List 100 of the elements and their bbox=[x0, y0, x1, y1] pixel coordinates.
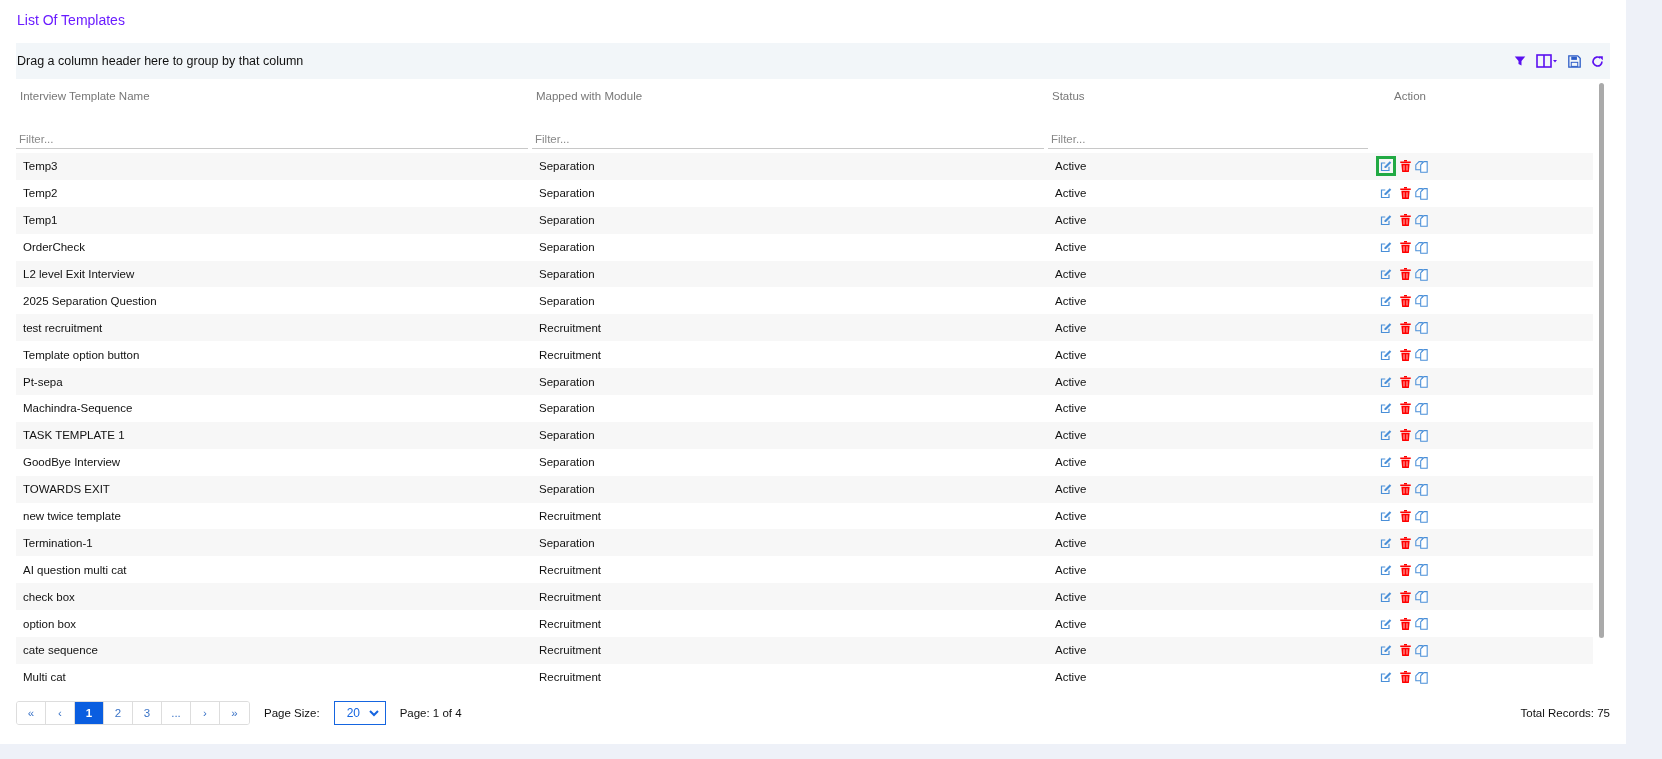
copy-icon[interactable] bbox=[1415, 294, 1428, 308]
copy-icon[interactable] bbox=[1415, 401, 1428, 415]
pencil-square-icon bbox=[1380, 402, 1392, 415]
copy-icon[interactable] bbox=[1415, 590, 1428, 604]
delete-icon[interactable] bbox=[1400, 268, 1411, 280]
pencil-square-icon bbox=[1380, 268, 1392, 280]
page-button[interactable]: « bbox=[17, 701, 46, 724]
delete-icon[interactable] bbox=[1400, 214, 1411, 227]
column-header[interactable]: Status bbox=[1048, 90, 1368, 102]
copy-icon[interactable] bbox=[1415, 267, 1428, 281]
page-size-label: Page Size: bbox=[264, 706, 320, 719]
table-cell-text: check box bbox=[22, 590, 76, 603]
table-cell-text: Recruitment bbox=[538, 563, 602, 576]
page-title: List Of Templates bbox=[16, 11, 126, 30]
table-cell-text: OrderCheck bbox=[22, 241, 86, 254]
pencil-square-icon bbox=[1380, 294, 1392, 307]
copy-icon[interactable] bbox=[1415, 563, 1428, 577]
copy-icon[interactable] bbox=[1415, 643, 1428, 657]
pencil-square-icon bbox=[1380, 617, 1392, 630]
total-records: Total Records: 75 bbox=[1520, 706, 1610, 719]
table-cell-text: Separation bbox=[538, 241, 596, 254]
table-cell-text: test recruitment bbox=[22, 321, 104, 334]
delete-icon[interactable] bbox=[1400, 510, 1411, 522]
delete-icon[interactable] bbox=[1400, 563, 1411, 576]
edit-button[interactable] bbox=[1376, 156, 1396, 177]
copy-icon[interactable] bbox=[1415, 321, 1428, 335]
delete-icon[interactable] bbox=[1400, 590, 1411, 603]
page-button[interactable]: 1 bbox=[75, 701, 104, 724]
delete-icon[interactable] bbox=[1400, 671, 1411, 684]
pencil-square-icon bbox=[1380, 456, 1392, 469]
refresh-icon[interactable] bbox=[1591, 54, 1604, 68]
table-cell-text: option box bbox=[22, 617, 78, 630]
table-cell-text: Active bbox=[1054, 671, 1088, 684]
column-header[interactable]: Mapped with Module bbox=[532, 90, 1044, 102]
table-cell-text: Termination-1 bbox=[22, 536, 94, 549]
copy-icon[interactable] bbox=[1415, 348, 1428, 362]
copy-icon[interactable] bbox=[1415, 455, 1428, 469]
delete-icon[interactable] bbox=[1400, 241, 1411, 254]
table-cell-text: Separation bbox=[538, 160, 596, 173]
delete-icon[interactable] bbox=[1400, 348, 1411, 361]
copy-icon[interactable] bbox=[1415, 240, 1428, 254]
copy-icon[interactable] bbox=[1415, 428, 1428, 442]
copy-icon[interactable] bbox=[1415, 213, 1428, 227]
page-info: Page: 1 of 4 bbox=[399, 706, 462, 719]
copy-icon[interactable] bbox=[1415, 482, 1428, 496]
table-cell-text: Active bbox=[1054, 187, 1088, 200]
column-header[interactable]: Interview Template Name bbox=[16, 90, 528, 102]
delete-icon[interactable] bbox=[1400, 456, 1411, 469]
page-size-select[interactable]: 20 bbox=[333, 700, 386, 725]
delete-icon[interactable] bbox=[1400, 321, 1411, 334]
column-header[interactable]: Action bbox=[1372, 90, 1593, 102]
delete-icon[interactable] bbox=[1400, 536, 1411, 549]
copy-icon[interactable] bbox=[1415, 159, 1428, 173]
copy-icon[interactable] bbox=[1415, 509, 1428, 523]
table-cell-text: Recruitment bbox=[538, 348, 602, 361]
copy-icon[interactable] bbox=[1415, 536, 1428, 550]
delete-icon[interactable] bbox=[1400, 617, 1411, 630]
delete-icon[interactable] bbox=[1400, 483, 1411, 496]
table-cell-text: Active bbox=[1054, 644, 1088, 657]
filter-icon[interactable] bbox=[1514, 55, 1526, 67]
table-cell-text: Active bbox=[1054, 348, 1088, 361]
table-cell-text: Recruitment bbox=[538, 671, 602, 684]
pencil-square-icon bbox=[1380, 429, 1392, 442]
pencil-square-icon bbox=[1380, 644, 1392, 657]
table-cell-text: Active bbox=[1054, 456, 1088, 469]
pencil-square-icon bbox=[1380, 321, 1392, 334]
delete-icon[interactable] bbox=[1400, 160, 1411, 173]
table-cell-text: 2025 Separation Question bbox=[22, 294, 158, 307]
table-cell-text: Active bbox=[1054, 590, 1088, 603]
table-cell-text: Separation bbox=[538, 456, 596, 469]
table-cell-text: Separation bbox=[538, 402, 596, 415]
table-cell-text: Active bbox=[1054, 160, 1088, 173]
delete-icon[interactable] bbox=[1400, 644, 1411, 657]
table-cell-text: Active bbox=[1054, 429, 1088, 442]
table-cell-text: TOWARDS EXIT bbox=[22, 483, 111, 496]
copy-icon[interactable] bbox=[1415, 186, 1428, 200]
table-cell-text: Separation bbox=[538, 483, 596, 496]
table-cell-text: Active bbox=[1054, 214, 1088, 227]
delete-icon[interactable] bbox=[1400, 187, 1411, 200]
table-cell-text: TASK TEMPLATE 1 bbox=[22, 429, 126, 442]
delete-icon[interactable] bbox=[1400, 429, 1411, 442]
delete-icon[interactable] bbox=[1400, 402, 1411, 415]
table-cell-text: Template option button bbox=[22, 348, 141, 361]
table-cell-text: GoodBye Interview bbox=[22, 456, 122, 469]
copy-icon[interactable] bbox=[1415, 670, 1428, 684]
save-icon[interactable] bbox=[1568, 54, 1581, 68]
table-cell-text: Separation bbox=[538, 536, 596, 549]
table-cell-text: Temp2 bbox=[22, 187, 59, 200]
scrollbar[interactable] bbox=[1599, 83, 1604, 638]
delete-icon[interactable] bbox=[1400, 294, 1411, 307]
table-cell-text: Active bbox=[1054, 563, 1088, 576]
table-cell-text: Active bbox=[1054, 510, 1088, 522]
table-cell-text: Active bbox=[1054, 402, 1088, 415]
columns-dropdown-button[interactable] bbox=[1536, 54, 1558, 68]
delete-icon[interactable] bbox=[1400, 375, 1411, 388]
pencil-square-icon bbox=[1380, 483, 1392, 496]
copy-icon[interactable] bbox=[1415, 617, 1428, 631]
copy-icon[interactable] bbox=[1415, 375, 1428, 389]
table-cell-text: Recruitment bbox=[538, 510, 602, 522]
table-cell-text: Temp3 bbox=[22, 160, 59, 173]
